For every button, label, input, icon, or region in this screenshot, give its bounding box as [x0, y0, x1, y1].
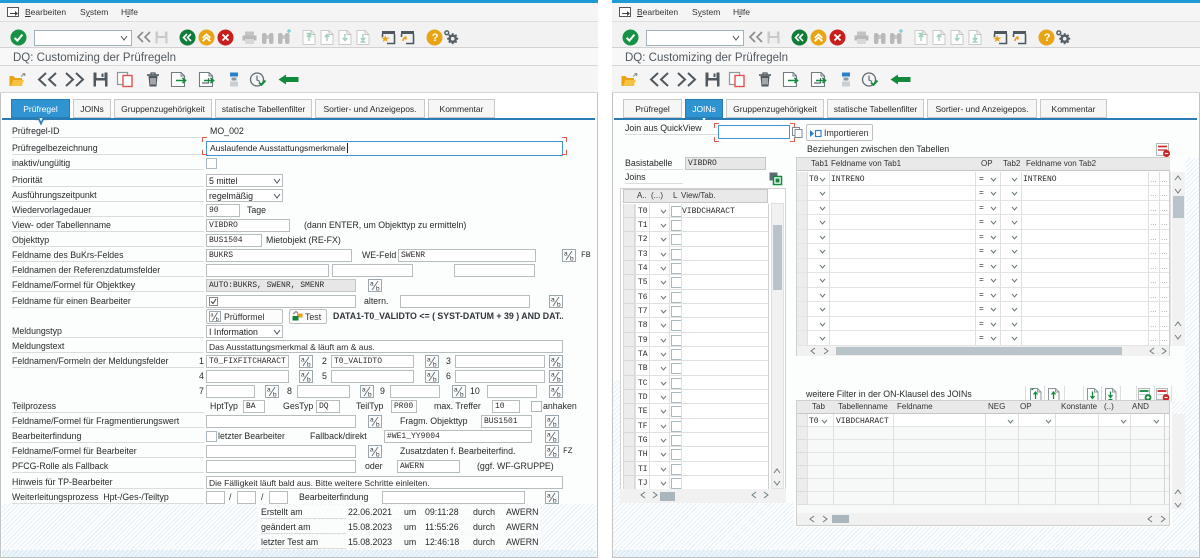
svg-text:?: ?: [432, 32, 439, 44]
svg-text:a: a: [547, 432, 551, 439]
svg-text:a: a: [547, 493, 551, 500]
svg-text:a: a: [454, 387, 458, 394]
svg-text:a: a: [370, 447, 374, 454]
svg-text:a: a: [547, 447, 551, 454]
svg-text:b: b: [553, 437, 557, 444]
svg-text:b: b: [557, 392, 561, 399]
svg-text:a: a: [551, 372, 555, 379]
svg-text:a: a: [551, 357, 555, 364]
svg-text:b: b: [460, 392, 464, 399]
svg-text:b: b: [216, 317, 219, 323]
svg-text:a: a: [301, 357, 305, 364]
svg-text:a: a: [370, 281, 374, 288]
svg-text:b: b: [273, 392, 277, 399]
svg-text:a: a: [362, 387, 366, 394]
svg-text:a: a: [551, 297, 555, 304]
svg-text:?: ?: [1044, 32, 1051, 44]
svg-text:a: a: [301, 372, 305, 379]
svg-text:b: b: [307, 377, 311, 384]
svg-text:b: b: [376, 452, 380, 459]
svg-text:b: b: [553, 452, 557, 459]
svg-text:b: b: [557, 302, 561, 309]
svg-text:b: b: [368, 392, 372, 399]
svg-text:a: a: [564, 251, 568, 258]
svg-text:b: b: [307, 362, 311, 369]
svg-text:b: b: [570, 256, 574, 263]
svg-text:a: a: [427, 372, 431, 379]
svg-text:a: a: [547, 417, 551, 424]
svg-text:b: b: [553, 422, 557, 429]
svg-text:b: b: [376, 286, 380, 293]
svg-text:b: b: [376, 422, 380, 429]
svg-text:b: b: [433, 362, 437, 369]
svg-text:a: a: [267, 387, 271, 394]
svg-text:a: a: [370, 417, 374, 424]
svg-text:b: b: [433, 377, 437, 384]
svg-text:b: b: [557, 362, 561, 369]
svg-text:a: a: [551, 387, 555, 394]
svg-text:b: b: [557, 377, 561, 384]
svg-text:a: a: [427, 357, 431, 364]
